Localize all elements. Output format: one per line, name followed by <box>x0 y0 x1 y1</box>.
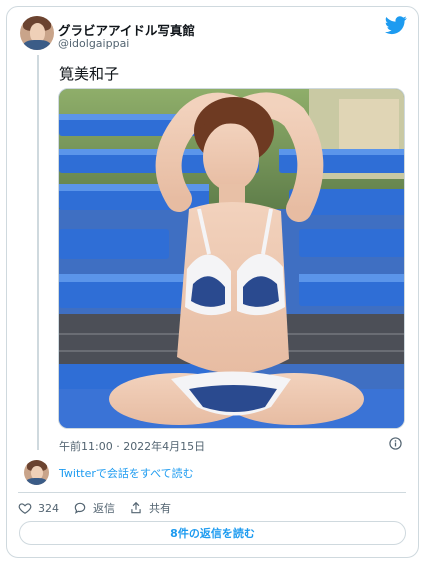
author-handle[interactable]: @idolgaippai <box>58 37 129 50</box>
share-label: 共有 <box>149 502 171 515</box>
like-count: 324 <box>38 501 59 515</box>
like-button[interactable]: 324 <box>18 501 59 515</box>
tweet-photo[interactable] <box>58 88 405 429</box>
thread-line <box>37 55 39 450</box>
reply-label: 返信 <box>93 502 115 515</box>
tweet-text: 筧美和子 <box>59 65 120 83</box>
reply-bubble-icon <box>74 502 86 514</box>
author-avatar[interactable] <box>20 16 54 50</box>
reply-button[interactable]: 返信 <box>73 500 115 516</box>
info-icon[interactable] <box>389 437 402 450</box>
photo-of-woman-icon <box>59 89 404 428</box>
read-replies-button[interactable]: 8件の返信を読む <box>19 521 406 545</box>
divider <box>18 492 406 493</box>
share-icon <box>131 501 141 514</box>
tweet-actions: 324 返信 共有 <box>18 499 185 517</box>
tweet-timestamp[interactable]: 午前11:00 · 2022年4月15日 <box>59 438 205 454</box>
share-button[interactable]: 共有 <box>129 500 171 516</box>
twitter-bird-icon[interactable] <box>384 14 408 36</box>
read-conversation-link[interactable]: Twitterで会話をすべて読む <box>59 465 194 481</box>
conversation-avatar[interactable] <box>24 460 49 485</box>
heart-icon <box>18 503 32 514</box>
